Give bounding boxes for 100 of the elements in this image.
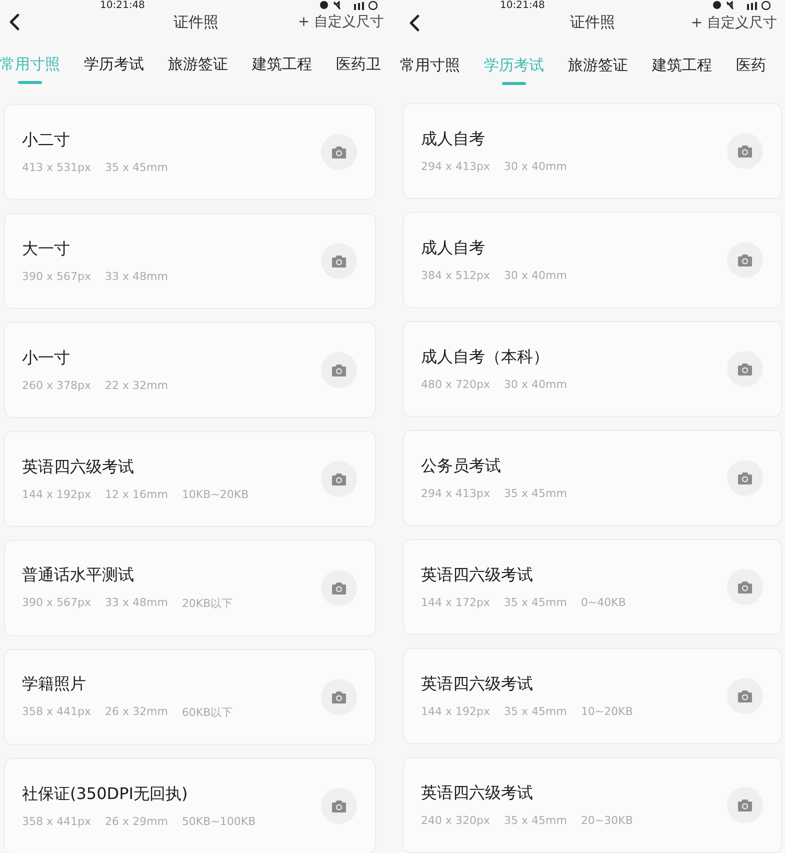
camera-button[interactable]	[727, 460, 763, 496]
size-spec: 35 x 45mm	[504, 596, 567, 609]
size-spec: 30 x 40mm	[504, 269, 567, 282]
size-name: 英语四六级考试	[22, 457, 135, 478]
size-name: 学籍照片	[22, 674, 87, 695]
size-spec: 33 x 48mm	[105, 270, 168, 283]
size-spec: 260 x 378px	[22, 379, 91, 392]
camera-icon	[331, 254, 347, 268]
camera-icon	[737, 798, 753, 812]
size-spec: 144 x 192px	[22, 488, 91, 501]
size-spec: 50KB~100KB	[182, 815, 256, 828]
category-tab[interactable]: 建筑工程	[652, 50, 712, 87]
status-icons	[713, 1, 771, 10]
camera-icon	[331, 690, 347, 704]
size-name: 大一寸	[22, 239, 71, 260]
category-tab[interactable]: 旅游签证	[168, 49, 228, 86]
camera-icon	[737, 472, 753, 484]
size-spec: 22 x 32mm	[105, 379, 168, 392]
size-name: 英语四六级考试	[421, 783, 534, 804]
camera-button[interactable]	[321, 570, 357, 606]
size-name: 小一寸	[22, 348, 71, 369]
size-spec: 240 x 320px	[421, 814, 490, 827]
size-name: 普通话水平测试	[22, 565, 135, 586]
size-card[interactable]: 英语四六级考试 144 x 192px 35 x 45mm 10~20KB	[403, 648, 782, 744]
size-spec: 384 x 512px	[421, 269, 490, 282]
size-spec: 30 x 40mm	[504, 160, 567, 173]
size-name: 英语四六级考试	[421, 565, 534, 586]
size-spec: 480 x 720px	[421, 378, 490, 391]
size-spec: 35 x 45mm	[504, 814, 567, 827]
camera-icon	[737, 144, 753, 158]
size-spec: 413 x 531px	[22, 161, 91, 174]
camera-icon	[331, 800, 347, 812]
custom-size-button[interactable]: + 自定义尺寸	[298, 11, 384, 33]
size-name: 成人自考	[421, 129, 486, 150]
size-spec: 20KB以下	[182, 596, 233, 611]
category-tab[interactable]: 学历考试	[84, 49, 144, 86]
size-spec: 60KB以下	[182, 705, 233, 720]
camera-icon	[737, 254, 753, 266]
size-spec: 390 x 567px	[22, 270, 91, 283]
size-spec: 35 x 45mm	[105, 161, 168, 174]
custom-size-button[interactable]: + 自定义尺寸	[690, 12, 777, 34]
status-time: 10:21:48	[100, 0, 145, 11]
status-icons	[320, 1, 378, 10]
size-card[interactable]: 公务员考试 294 x 413px 35 x 45mm	[403, 430, 782, 526]
size-card[interactable]: 英语四六级考试 240 x 320px 35 x 45mm 20~30KB	[403, 757, 782, 853]
page-title: 证件照	[174, 12, 218, 32]
camera-button[interactable]	[321, 352, 357, 388]
camera-icon	[331, 146, 347, 158]
size-card[interactable]: 小二寸 413 x 531px 35 x 45mm	[4, 104, 376, 200]
camera-button[interactable]	[321, 461, 357, 497]
size-name: 成人自考	[421, 238, 486, 259]
size-card[interactable]: 社保证(350DPI无回执) 358 x 441px 26 x 29mm 50KB~100KB	[4, 758, 376, 853]
size-spec: 35 x 45mm	[504, 705, 567, 718]
camera-button[interactable]	[727, 133, 763, 169]
camera-button[interactable]	[727, 351, 763, 387]
size-name: 小二寸	[22, 130, 71, 151]
camera-button[interactable]	[727, 569, 763, 605]
category-tab[interactable]: 医药卫	[336, 49, 381, 86]
size-spec: 26 x 32mm	[105, 705, 168, 720]
category-tab[interactable]: 常用寸照	[400, 50, 460, 87]
size-spec: 144 x 192px	[421, 705, 490, 718]
category-tab[interactable]: 建筑工程	[252, 49, 312, 86]
page-title: 证件照	[570, 13, 615, 32]
size-name: 社保证(350DPI无回执)	[22, 784, 189, 805]
camera-icon	[331, 582, 347, 594]
size-card[interactable]: 小一寸 260 x 378px 22 x 32mm	[4, 322, 376, 418]
size-card[interactable]: 学籍照片 358 x 441px 26 x 32mm 60KB以下	[4, 649, 376, 745]
camera-button[interactable]	[321, 788, 357, 824]
camera-icon	[737, 362, 753, 376]
size-card[interactable]: 英语四六级考试 144 x 172px 35 x 45mm 0~40KB	[403, 539, 782, 635]
size-spec: 144 x 172px	[421, 596, 490, 609]
camera-button[interactable]	[321, 134, 357, 170]
camera-icon	[331, 472, 347, 486]
size-spec: 26 x 29mm	[105, 815, 168, 828]
category-tab[interactable]: 旅游签证	[568, 50, 628, 87]
size-spec: 30 x 40mm	[504, 378, 567, 391]
size-card[interactable]: 大一寸 390 x 567px 33 x 48mm	[4, 213, 376, 309]
size-spec: 10~20KB	[580, 705, 633, 718]
size-card[interactable]: 成人自考（本科） 480 x 720px 30 x 40mm	[403, 321, 782, 417]
size-spec: 35 x 45mm	[504, 487, 567, 500]
camera-icon	[737, 580, 753, 594]
size-card[interactable]: 成人自考 384 x 512px 30 x 40mm	[403, 212, 782, 308]
size-card[interactable]: 英语四六级考试 144 x 192px 12 x 16mm 10KB~20KB	[4, 431, 376, 527]
camera-button[interactable]	[321, 679, 357, 715]
camera-button[interactable]	[727, 242, 763, 278]
status-time: 10:21:48	[500, 0, 545, 11]
camera-icon	[737, 690, 753, 702]
size-spec: 33 x 48mm	[105, 596, 168, 611]
camera-button[interactable]	[727, 678, 763, 714]
size-name: 公务员考试	[421, 456, 502, 477]
camera-icon	[331, 364, 347, 376]
size-spec: 10KB~20KB	[182, 488, 249, 501]
category-tab[interactable]: 医药	[736, 50, 766, 87]
size-spec: 12 x 16mm	[105, 488, 168, 501]
camera-button[interactable]	[321, 243, 357, 279]
camera-button[interactable]	[727, 787, 763, 823]
size-spec: 358 x 441px	[22, 705, 91, 720]
size-spec: 294 x 413px	[421, 487, 490, 500]
size-card[interactable]: 成人自考 294 x 413px 30 x 40mm	[403, 103, 782, 199]
size-card[interactable]: 普通话水平测试 390 x 567px 33 x 48mm 20KB以下	[4, 540, 376, 636]
